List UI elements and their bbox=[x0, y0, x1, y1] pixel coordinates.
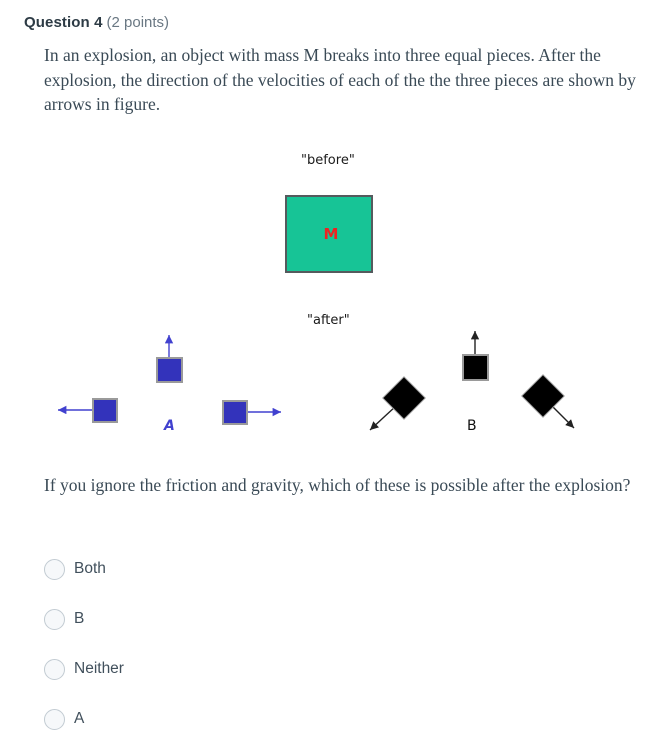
physics-figure: "before" M "after" A B bbox=[0, 140, 672, 450]
question-stem-text: In an explosion, an object with mass M b… bbox=[44, 45, 636, 114]
diagram-a-piece-left bbox=[92, 398, 118, 423]
diagram-a-piece-right bbox=[222, 400, 248, 425]
diagram-a-group bbox=[58, 335, 281, 425]
radio-button-icon[interactable] bbox=[44, 558, 65, 580]
diagram-b-group bbox=[369, 331, 575, 431]
answer-option-label: B bbox=[74, 610, 85, 628]
diagram-a-piece-top bbox=[156, 357, 183, 383]
after-diagrams-svg bbox=[58, 331, 575, 431]
question-points: (2 points) bbox=[106, 14, 170, 31]
diagram-b-arrow-down-left bbox=[369, 405, 397, 431]
answer-option-label: A bbox=[74, 710, 85, 728]
answer-option-label: Neither bbox=[74, 660, 124, 678]
question-title: Question 4 bbox=[24, 14, 103, 31]
diagram-b-piece-top bbox=[462, 354, 489, 381]
answer-option-both[interactable]: Both bbox=[44, 544, 564, 594]
radio-button-icon[interactable] bbox=[44, 708, 65, 730]
question-header: Question 4 (2 points) bbox=[24, 13, 169, 33]
answer-option-a[interactable]: A bbox=[44, 694, 564, 744]
radio-button-icon[interactable] bbox=[44, 658, 65, 680]
answer-option-neither[interactable]: Neither bbox=[44, 644, 564, 694]
followup-prompt-text: If you ignore the friction and gravity, … bbox=[44, 475, 631, 495]
radio-button-icon[interactable] bbox=[44, 608, 65, 630]
answer-option-label: Both bbox=[74, 560, 106, 578]
answer-option-b[interactable]: B bbox=[44, 594, 564, 644]
diagram-b-letter: B bbox=[467, 418, 477, 434]
diagram-b-arrow-down-right bbox=[549, 403, 575, 429]
diagram-a-letter: A bbox=[164, 418, 175, 434]
diagram-b-piece-right bbox=[521, 374, 565, 418]
answer-options-list: Both B Neither A bbox=[44, 544, 564, 744]
